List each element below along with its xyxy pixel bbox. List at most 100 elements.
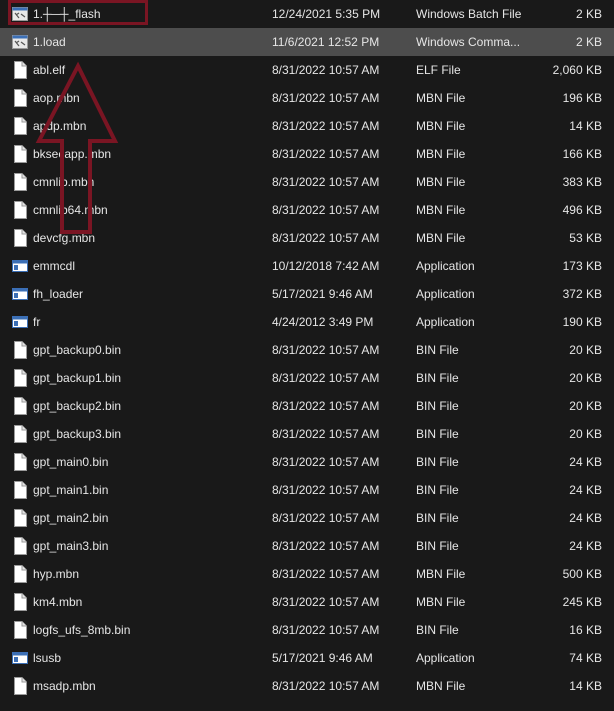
- file-size: 190 KB: [562, 315, 602, 329]
- file-name: cmnlib64.mbn: [33, 203, 108, 217]
- file-date-modified: 8/31/2022 10:57 AM: [272, 147, 380, 161]
- file-date-modified: 8/31/2022 10:57 AM: [272, 343, 380, 357]
- file-name: km4.mbn: [33, 595, 83, 609]
- file-icon: [12, 61, 28, 79]
- file-size: 372 KB: [562, 287, 602, 301]
- file-icon: [12, 201, 28, 219]
- file-size: 24 KB: [569, 455, 602, 469]
- file-size: 496 KB: [562, 203, 602, 217]
- batch-file-icon: [12, 5, 28, 23]
- application-icon: [12, 257, 28, 275]
- file-size: 24 KB: [569, 539, 602, 553]
- file-size: 196 KB: [562, 91, 602, 105]
- file-size: 173 KB: [562, 259, 602, 273]
- file-row[interactable]: gpt_main3.bin 8/31/2022 10:57 AM BIN File 2…: [0, 532, 614, 560]
- application-icon: [12, 285, 28, 303]
- file-icon: [12, 677, 28, 695]
- file-row[interactable]: cmnlib.mbn 8/31/2022 10:57 AM MBN File 383 …: [0, 168, 614, 196]
- file-date-modified: 4/24/2012 3:49 PM: [272, 315, 374, 329]
- file-row[interactable]: gpt_backup3.bin 8/31/2022 10:57 AM BIN Fil…: [0, 420, 614, 448]
- file-date-modified: 8/31/2022 10:57 AM: [272, 203, 380, 217]
- file-date-modified: 8/31/2022 10:57 AM: [272, 483, 380, 497]
- file-date-modified: 8/31/2022 10:57 AM: [272, 679, 380, 693]
- file-size: 20 KB: [569, 371, 602, 385]
- file-name: lsusb: [33, 651, 62, 665]
- file-size: 14 KB: [569, 119, 602, 133]
- file-size: 20 KB: [569, 427, 602, 441]
- file-type: Application: [416, 287, 475, 301]
- file-row[interactable]: gpt_main0.bin 8/31/2022 10:57 AM BIN File 2…: [0, 448, 614, 476]
- file-date-modified: 5/17/2021 9:46 AM: [272, 287, 373, 301]
- file-row[interactable]: aop.mbn 8/31/2022 10:57 AM MBN File 196 KB: [0, 84, 614, 112]
- file-row[interactable]: apdp.mbn 8/31/2022 10:57 AM MBN File 14 KB: [0, 112, 614, 140]
- file-date-modified: 11/6/2021 12:52 PM: [272, 35, 380, 49]
- file-type: Windows Batch File: [416, 7, 522, 21]
- file-type: MBN File: [416, 679, 466, 693]
- file-type: MBN File: [416, 567, 466, 581]
- file-date-modified: 10/12/2018 7:42 AM: [272, 259, 380, 273]
- file-icon: [12, 509, 28, 527]
- file-icon: [12, 341, 28, 359]
- file-row[interactable]: abl.elf 8/31/2022 10:57 AM ELF File 2,060 K…: [0, 56, 614, 84]
- file-icon: [12, 117, 28, 135]
- file-row[interactable]: gpt_backup2.bin 8/31/2022 10:57 AM BIN Fil…: [0, 392, 614, 420]
- file-date-modified: 8/31/2022 10:57 AM: [272, 371, 380, 385]
- file-name: logfs_ufs_8mb.bin: [33, 623, 131, 637]
- file-name: gpt_main1.bin: [33, 483, 109, 497]
- file-icon: [12, 453, 28, 471]
- file-date-modified: 8/31/2022 10:57 AM: [272, 175, 380, 189]
- file-row[interactable]: gpt_backup1.bin 8/31/2022 10:57 AM BIN Fil…: [0, 364, 614, 392]
- file-row[interactable]: gpt_main2.bin 8/31/2022 10:57 AM BIN File 2…: [0, 504, 614, 532]
- file-name: hyp.mbn: [33, 567, 80, 581]
- file-type: Application: [416, 651, 475, 665]
- file-row[interactable]: fh_loader 5/17/2021 9:46 AM Application 372…: [0, 280, 614, 308]
- file-date-modified: 8/31/2022 10:57 AM: [272, 595, 380, 609]
- file-row[interactable]: bksecapp.mbn 8/31/2022 10:57 AM MBN File 16…: [0, 140, 614, 168]
- file-name: gpt_backup0.bin: [33, 343, 122, 357]
- file-size: 24 KB: [569, 511, 602, 525]
- application-icon: [12, 649, 28, 667]
- batch-file-icon: [12, 33, 28, 51]
- file-row[interactable]: msadp.mbn 8/31/2022 10:57 AM MBN File 14 KB: [0, 672, 614, 700]
- file-type: MBN File: [416, 203, 466, 217]
- file-row[interactable]: gpt_main1.bin 8/31/2022 10:57 AM BIN File 2…: [0, 476, 614, 504]
- file-size: 2 KB: [575, 7, 602, 21]
- file-date-modified: 8/31/2022 10:57 AM: [272, 623, 380, 637]
- file-type: BIN File: [416, 399, 459, 413]
- file-row[interactable]: hyp.mbn 8/31/2022 10:57 AM MBN File 500 KB: [0, 560, 614, 588]
- file-name: gpt_main2.bin: [33, 511, 109, 525]
- file-row[interactable]: 1.load 11/6/2021 12:52 PM Windows Comma...…: [0, 28, 614, 56]
- file-name: cmnlib.mbn: [33, 175, 95, 189]
- file-type: MBN File: [416, 231, 466, 245]
- file-size: 2 KB: [575, 35, 602, 49]
- file-row[interactable]: logfs_ufs_8mb.bin 8/31/2022 10:57 AM BIN F…: [0, 616, 614, 644]
- file-type: BIN File: [416, 623, 459, 637]
- file-size: 245 KB: [562, 595, 602, 609]
- file-row[interactable]: km4.mbn 8/31/2022 10:57 AM MBN File 245 KB: [0, 588, 614, 616]
- file-type: Windows Comma...: [416, 35, 521, 49]
- file-icon: [12, 229, 28, 247]
- file-type: Application: [416, 259, 475, 273]
- file-row[interactable]: devcfg.mbn 8/31/2022 10:57 AM MBN File 53 K…: [0, 224, 614, 252]
- file-row[interactable]: lsusb 5/17/2021 9:46 AM Application 74 KB: [0, 644, 614, 672]
- file-row[interactable]: gpt_backup0.bin 8/31/2022 10:57 AM BIN Fil…: [0, 336, 614, 364]
- file-name: fh_loader: [33, 287, 84, 301]
- file-type: MBN File: [416, 595, 466, 609]
- file-row[interactable]: fr 4/24/2012 3:49 PM Application 190 KB: [0, 308, 614, 336]
- file-size: 14 KB: [569, 679, 602, 693]
- file-row[interactable]: 1.┼─┼_flash 12/24/2021 5:35 PM Windows Bat…: [0, 0, 614, 28]
- file-name: gpt_main0.bin: [33, 455, 109, 469]
- file-row[interactable]: emmcdl 10/12/2018 7:42 AM Application 173 K…: [0, 252, 614, 280]
- file-name: msadp.mbn: [33, 679, 96, 693]
- file-name: abl.elf: [33, 63, 66, 77]
- file-row[interactable]: cmnlib64.mbn 8/31/2022 10:57 AM MBN File 49…: [0, 196, 614, 224]
- file-type: BIN File: [416, 343, 459, 357]
- file-name: 1.┼─┼_flash: [33, 7, 101, 21]
- file-name: gpt_backup1.bin: [33, 371, 122, 385]
- file-name: gpt_backup3.bin: [33, 427, 122, 441]
- file-date-modified: 8/31/2022 10:57 AM: [272, 567, 380, 581]
- file-size: 74 KB: [569, 651, 602, 665]
- file-icon: [12, 425, 28, 443]
- file-type: BIN File: [416, 455, 459, 469]
- file-date-modified: 8/31/2022 10:57 AM: [272, 119, 380, 133]
